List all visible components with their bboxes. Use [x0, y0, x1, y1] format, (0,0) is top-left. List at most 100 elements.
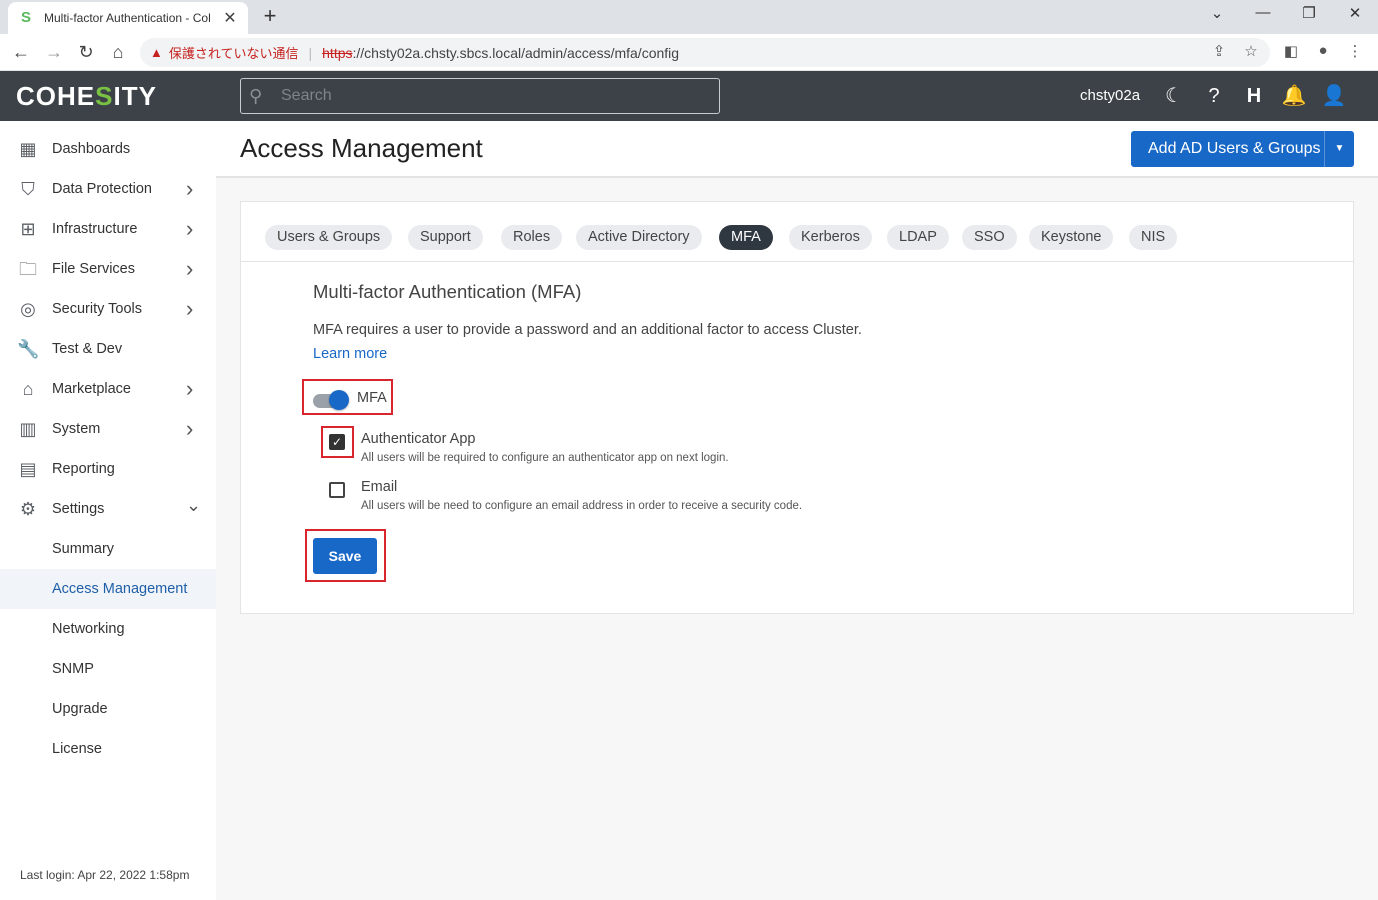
- store-icon: ⌂: [22, 379, 34, 399]
- sidebar-subitem-label: Summary: [52, 541, 115, 557]
- back-icon[interactable]: ←: [10, 41, 32, 63]
- tab-mfa[interactable]: MFA: [719, 225, 773, 250]
- notifications-bell-icon[interactable]: 🔔: [1281, 83, 1307, 109]
- mfa-toggle-label: MFA: [357, 390, 387, 406]
- warning-icon: ▲: [150, 45, 163, 60]
- tab-kerberos[interactable]: Kerberos: [789, 225, 872, 250]
- page-title: Access Management: [240, 133, 483, 163]
- last-login: Last login: Apr 22, 2022 1:58pm: [20, 868, 190, 882]
- reload-icon[interactable]: ↻: [75, 41, 97, 63]
- tab-nis[interactable]: NIS: [1129, 225, 1178, 250]
- tab-title: Multi-factor Authentication - Col: [44, 11, 211, 25]
- share-icon[interactable]: ⇪: [1209, 42, 1229, 60]
- sidebar-item-system[interactable]: ▥ System ›: [0, 409, 216, 449]
- profile-icon[interactable]: ●: [1313, 42, 1333, 59]
- chevron-right-icon: ›: [186, 176, 194, 201]
- sidebar-subitem-summary[interactable]: Summary: [0, 529, 216, 569]
- restore-icon[interactable]: ❐: [1297, 4, 1321, 22]
- mfa-toggle[interactable]: [313, 390, 349, 410]
- tab-support[interactable]: Support: [408, 225, 483, 250]
- sidebar-subitem-label: License: [52, 741, 102, 757]
- access-tabs: Users & Groups Support Roles Active Directo…: [241, 202, 1353, 262]
- sidebar-item-infrastructure[interactable]: ⊞ Infrastructure ›: [0, 209, 216, 249]
- help-icon[interactable]: ?: [1201, 83, 1227, 109]
- chevron-right-icon: ›: [186, 416, 194, 441]
- tab-roles[interactable]: Roles: [501, 225, 563, 250]
- main-content: Access Management Add AD Users & Groups …: [216, 121, 1378, 900]
- browser-toolbar: ← → ↻ ⌂ ▲ 保護されていない通信 | https ://chsty02a…: [0, 34, 1378, 71]
- sidebar-item-label: Infrastructure: [52, 221, 138, 237]
- chevron-right-icon: ›: [186, 296, 194, 321]
- sidebar-item-label: System: [52, 421, 101, 437]
- dark-mode-icon[interactable]: ☾: [1161, 83, 1187, 109]
- chevron-right-icon: ›: [186, 376, 194, 401]
- sidebar-item-dashboards[interactable]: ▦ Dashboards: [0, 129, 216, 169]
- sidebar-item-label: Marketplace: [52, 381, 131, 397]
- email-title: Email: [361, 479, 398, 495]
- sidebar-subitem-license[interactable]: License: [0, 729, 216, 769]
- chevron-right-icon: ›: [186, 256, 194, 281]
- tab-keystone[interactable]: Keystone: [1029, 225, 1114, 250]
- mfa-description: MFA requires a user to provide a passwor…: [313, 322, 862, 338]
- fingerprint-icon: ◎: [20, 299, 36, 319]
- url-scheme: https: [322, 44, 353, 61]
- sidebar-subitem-upgrade[interactable]: Upgrade: [0, 689, 216, 729]
- helios-icon[interactable]: H: [1241, 83, 1267, 109]
- forward-icon[interactable]: →: [43, 41, 65, 63]
- gear-icon: ⚙: [19, 499, 37, 519]
- shield-icon: ⛉: [21, 179, 35, 199]
- close-window-icon[interactable]: ✕: [1343, 4, 1367, 22]
- reporting-icon: ▤: [19, 459, 37, 479]
- tab-ldap[interactable]: LDAP: [887, 225, 949, 250]
- sidebar-item-marketplace[interactable]: ⌂ Marketplace ›: [0, 369, 216, 409]
- sidebar-subitem-networking[interactable]: Networking: [0, 609, 216, 649]
- browser-tabbar: S Multi-factor Authentication - Col ✕ + …: [0, 0, 1378, 34]
- tab-active-directory[interactable]: Active Directory: [576, 225, 702, 250]
- menu-dots-icon[interactable]: ⋮: [1345, 42, 1365, 60]
- tab-search-icon[interactable]: ⌄: [1205, 4, 1229, 22]
- cluster-name[interactable]: chsty02a: [1080, 87, 1140, 104]
- sidebar-subitem-label: Upgrade: [52, 701, 108, 717]
- cohesity-logo[interactable]: COHESITY: [16, 81, 157, 112]
- new-tab-button[interactable]: +: [258, 5, 282, 29]
- close-tab-icon[interactable]: ✕: [222, 8, 238, 28]
- sidebar-item-reporting[interactable]: ▤ Reporting: [0, 449, 216, 489]
- authenticator-app-checkbox[interactable]: ✓: [329, 434, 345, 450]
- browser-tab[interactable]: S Multi-factor Authentication - Col ✕: [8, 2, 248, 34]
- app-header: COHESITY ⚲ chsty02a ☾ ? H 🔔 👤: [0, 71, 1378, 121]
- sidebar-subitem-snmp[interactable]: SNMP: [0, 649, 216, 689]
- chevron-right-icon: ›: [186, 216, 194, 241]
- dashboard-icon: ▦: [19, 139, 37, 159]
- sidebar-item-settings[interactable]: ⚙ Settings ⌄: [0, 489, 216, 529]
- add-ad-users-groups-button[interactable]: Add AD Users & Groups ▼: [1131, 131, 1354, 167]
- learn-more-link[interactable]: Learn more: [313, 346, 387, 362]
- email-checkbox[interactable]: [329, 482, 345, 498]
- sidebar-subitem-label: Access Management: [52, 581, 188, 597]
- address-bar[interactable]: ▲ 保護されていない通信 | https ://chsty02a.chsty.s…: [140, 38, 1270, 67]
- bookmark-star-icon[interactable]: ☆: [1241, 42, 1261, 60]
- minimize-icon[interactable]: —: [1251, 4, 1275, 21]
- toggle-knob: [329, 390, 349, 410]
- sidebar-subitem-access-management[interactable]: Access Management: [0, 569, 216, 609]
- sidebar-subitem-label: SNMP: [52, 661, 94, 677]
- tab-users-groups[interactable]: Users & Groups: [265, 225, 393, 250]
- save-button[interactable]: Save: [313, 538, 377, 574]
- sidebar-item-security-tools[interactable]: ◎ Security Tools ›: [0, 289, 216, 329]
- tab-sso[interactable]: SSO: [962, 225, 1017, 250]
- sidebar-item-test-dev[interactable]: 🔧 Test & Dev: [0, 329, 216, 369]
- search-box[interactable]: ⚲: [240, 78, 720, 114]
- folder-icon: 🗀: [19, 259, 37, 279]
- dropdown-caret-icon[interactable]: ▼: [1324, 131, 1354, 167]
- search-input[interactable]: [271, 87, 719, 105]
- sidebar-item-label: File Services: [52, 261, 135, 277]
- user-account-icon[interactable]: 👤: [1321, 83, 1347, 109]
- sidebar-item-file-services[interactable]: 🗀 File Services ›: [0, 249, 216, 289]
- email-subtitle: All users will be need to configure an e…: [361, 500, 803, 512]
- home-icon[interactable]: ⌂: [107, 41, 129, 63]
- sidebar: ▦ Dashboards ⛉ Data Protection › ⊞ Infrastruct…: [0, 121, 216, 900]
- divider: |: [308, 44, 313, 61]
- side-panel-icon[interactable]: ◧: [1281, 42, 1301, 60]
- sidebar-item-data-protection[interactable]: ⛉ Data Protection ›: [0, 169, 216, 209]
- sidebar-item-label: Reporting: [52, 461, 115, 477]
- security-warning: 保護されていない通信: [168, 46, 299, 61]
